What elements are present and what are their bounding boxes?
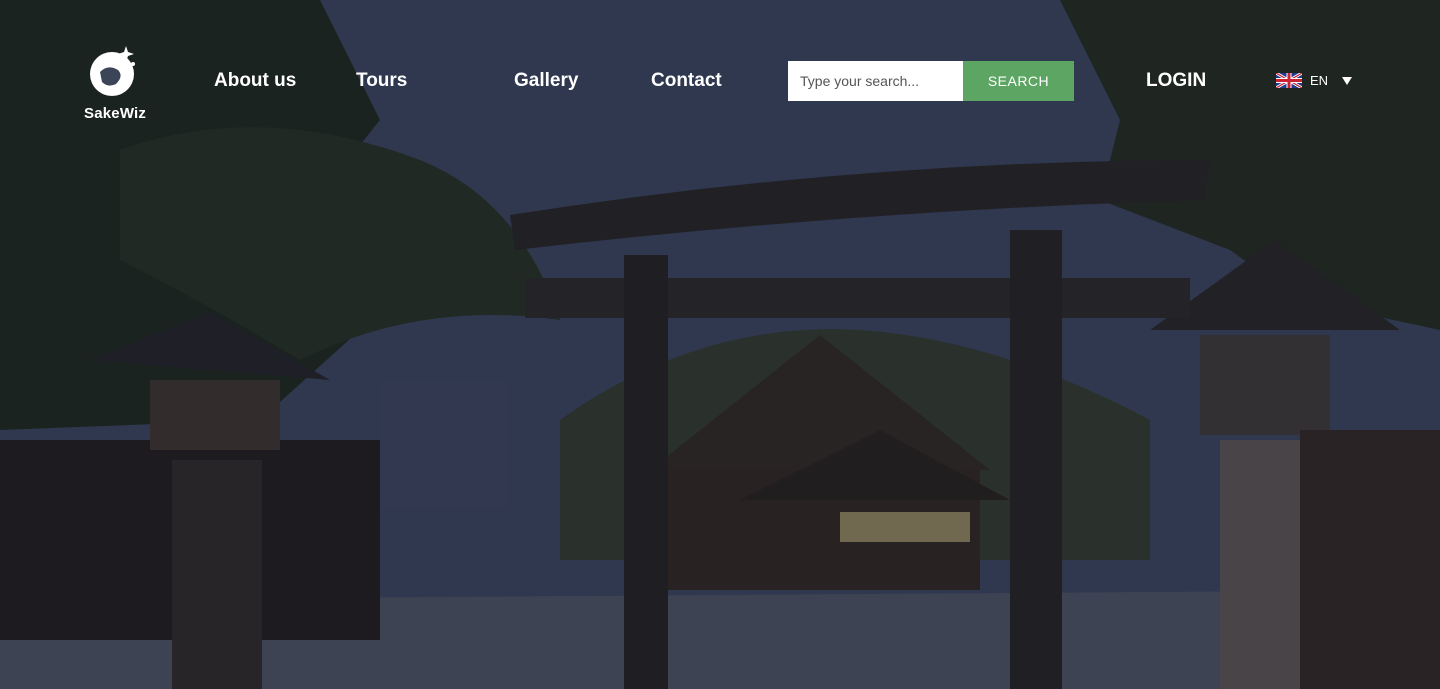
- search-input[interactable]: [788, 61, 963, 101]
- nav-gallery[interactable]: Gallery: [514, 70, 578, 92]
- login-link[interactable]: LOGIN: [1146, 70, 1206, 92]
- language-selector[interactable]: EN: [1276, 73, 1353, 88]
- sakewiz-logo-icon: [90, 46, 135, 96]
- uk-flag-icon: [1276, 73, 1302, 88]
- brand-name: SakeWiz: [84, 105, 147, 122]
- dark-overlay: [0, 0, 1440, 689]
- search-button[interactable]: SEARCH: [963, 61, 1074, 101]
- nav-about-us[interactable]: About us: [214, 70, 296, 92]
- hero-background: SakeWiz About us Tours Gallery Contact S…: [0, 0, 1440, 689]
- nav-contact[interactable]: Contact: [651, 70, 722, 92]
- language-code: EN: [1310, 73, 1329, 88]
- brand-logo[interactable]: SakeWiz: [84, 42, 147, 122]
- chevron-down-icon: [1342, 76, 1353, 85]
- nav-tours[interactable]: Tours: [356, 70, 407, 92]
